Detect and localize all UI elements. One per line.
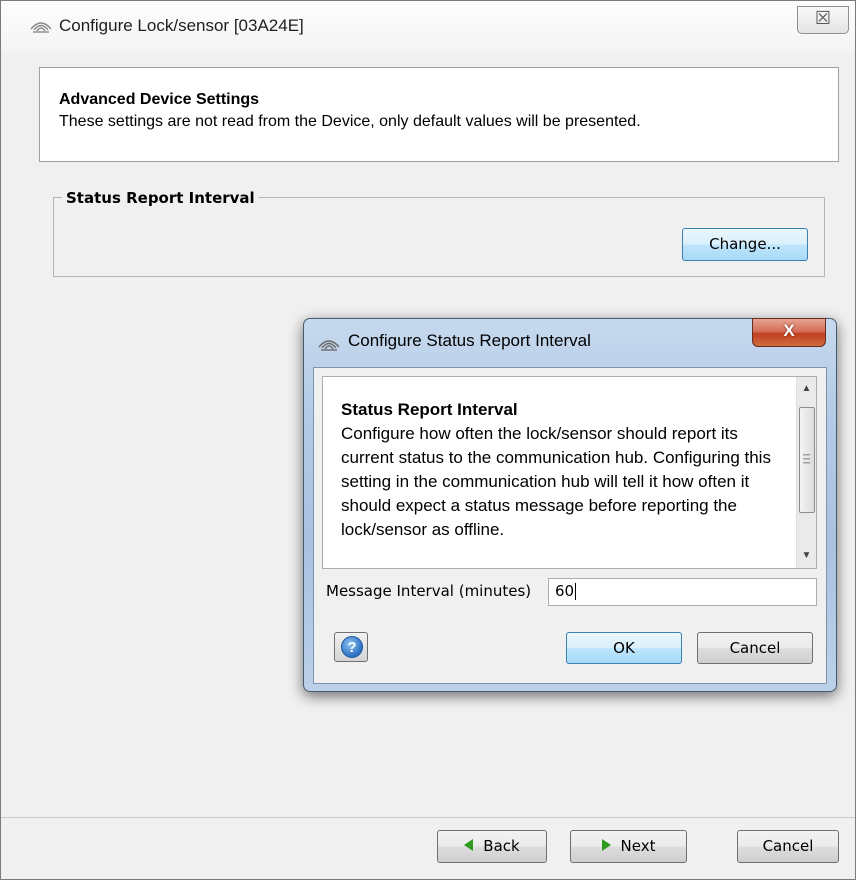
- help-button[interactable]: ?: [334, 632, 368, 662]
- arrow-left-icon: [464, 839, 474, 851]
- signal-waves-icon: [318, 340, 340, 351]
- back-label: Back: [483, 837, 520, 855]
- header-panel: Advanced Device Settings These settings …: [39, 67, 839, 162]
- next-label: Next: [620, 837, 656, 855]
- dialog-title: Configure Status Report Interval: [348, 331, 591, 350]
- description-content: Status Report Interval Configure how oft…: [341, 398, 771, 542]
- status-interval-dialog: Configure Status Report Interval X Statu…: [303, 318, 837, 692]
- next-button[interactable]: Next: [570, 830, 687, 863]
- description-scrollbar[interactable]: ▲ ─ ─ ─ ▼: [796, 377, 816, 568]
- signal-waves-icon: [30, 22, 52, 33]
- description-body: Configure how often the lock/sensor shou…: [341, 424, 771, 539]
- scroll-up-icon[interactable]: ▲: [797, 379, 816, 399]
- scroll-thumb[interactable]: ─ ─ ─: [799, 407, 815, 513]
- back-button[interactable]: Back: [437, 830, 547, 863]
- grip-icon: ─ ─ ─: [803, 450, 811, 469]
- header-title: Advanced Device Settings: [59, 91, 260, 108]
- footer-divider: [1, 817, 855, 818]
- dialog-cancel-button[interactable]: Cancel: [697, 632, 813, 664]
- arrow-right-icon: [601, 839, 611, 851]
- close-icon: ☒: [814, 8, 832, 28]
- text-caret: [575, 583, 577, 600]
- dialog-close-button[interactable]: X: [752, 318, 826, 347]
- change-button[interactable]: Change...: [682, 228, 808, 261]
- header-description: These settings are not read from the Dev…: [59, 113, 641, 130]
- description-box[interactable]: Status Report Interval Configure how oft…: [322, 376, 817, 569]
- description-title: Status Report Interval: [341, 400, 518, 419]
- scroll-down-icon[interactable]: ▼: [797, 546, 816, 566]
- window-title: Configure Lock/sensor [03A24E]: [59, 16, 304, 35]
- dialog-body: Status Report Interval Configure how oft…: [313, 367, 827, 684]
- status-report-group: Status Report Interval Change...: [53, 189, 825, 277]
- cancel-button[interactable]: Cancel: [737, 830, 839, 863]
- window-close-button[interactable]: ☒: [797, 6, 849, 34]
- help-icon: ?: [341, 636, 363, 658]
- close-icon: X: [783, 321, 795, 340]
- window-title-bar: Configure Lock/sensor [03A24E] ☒: [1, 1, 855, 51]
- interval-input[interactable]: 60: [548, 578, 817, 606]
- interval-value: 60: [555, 582, 575, 600]
- ok-button[interactable]: OK: [566, 632, 682, 664]
- interval-label: Message Interval (minutes): [326, 582, 532, 600]
- group-legend: Status Report Interval: [62, 189, 259, 207]
